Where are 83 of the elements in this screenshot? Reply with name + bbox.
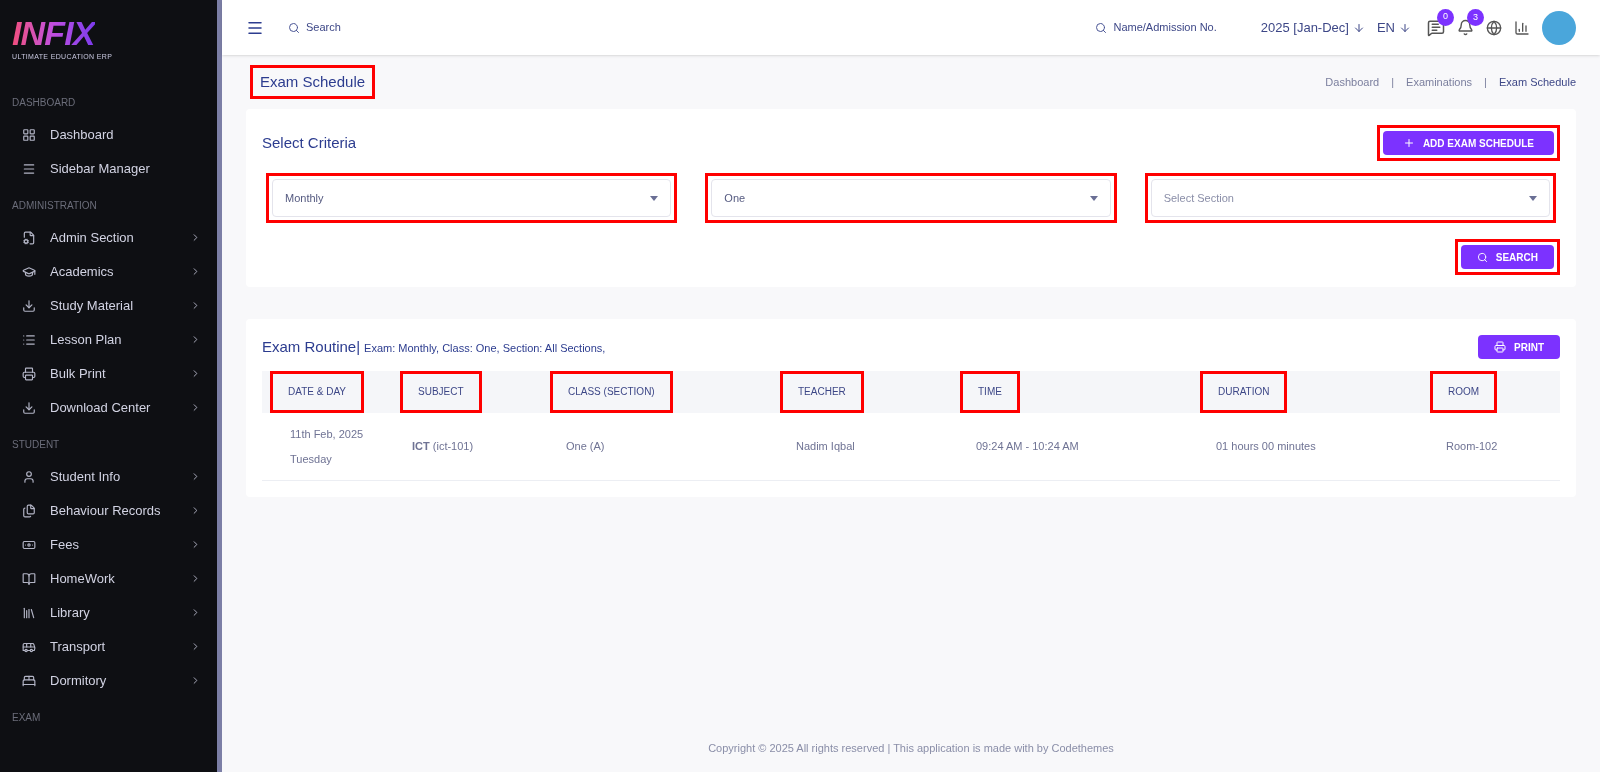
table-cell-text: Tuesday (290, 451, 333, 467)
table-cell: One (A) (566, 440, 605, 453)
graduation-cap-icon (22, 264, 36, 279)
sidebar-section-title: STUDENT (11, 437, 61, 452)
book-icon (22, 571, 36, 586)
column-header: DURATION (1217, 385, 1271, 399)
menu-icon (22, 161, 36, 176)
sidebar-section-title: ADMINISTRATION (11, 198, 98, 213)
sidebar-item[interactable]: Fees (0, 527, 217, 562)
sidebar-item[interactable]: Academics (0, 254, 217, 289)
search-button[interactable]: SEARCH (1460, 245, 1554, 269)
footer-text: Copyright © 2025 All rights reserved | This application is made with by Codethemes (707, 740, 1115, 756)
column-header: TIME (977, 385, 1003, 399)
plus-icon (1402, 137, 1415, 149)
student-search-field[interactable]: Name/Admission No. (1113, 19, 1217, 36)
printer-icon (1494, 341, 1506, 353)
sidebar-item[interactable]: Behaviour Records (0, 493, 217, 528)
language-selector[interactable]: EN (1376, 17, 1395, 38)
column-header: SUBJECT (417, 385, 465, 399)
routine-subtitle: Exam: Monthly, Class: One, Section: All Sections, (364, 340, 606, 356)
printer-icon (22, 366, 36, 381)
session-selector[interactable]: 2025 [Jan-Dec] (1260, 17, 1349, 38)
search-icon (1476, 251, 1488, 263)
caret-icon (1089, 195, 1098, 201)
breadcrumb-link[interactable]: Exam Schedule (1498, 73, 1576, 91)
sidebar-item[interactable]: Transport (0, 629, 217, 664)
files-icon (22, 503, 36, 518)
table-cell: Room-102 (1446, 440, 1498, 453)
column-header: ROOM (1447, 385, 1481, 399)
select-field[interactable]: One (711, 179, 1111, 217)
library-icon (22, 605, 36, 620)
download-icon (22, 400, 36, 415)
sidebar-item[interactable]: Download Center (0, 390, 217, 425)
table-cell: 09:24 AM - 10:24 AM (976, 440, 1079, 453)
search-icon (1095, 21, 1108, 34)
add-exam-schedule-button[interactable]: ADD EXAM SCHEDULE (1382, 131, 1554, 155)
column-header: CLASS (SECTION) (567, 385, 656, 399)
document-gear-icon (22, 230, 36, 245)
caret-icon (650, 195, 659, 201)
notification-badge: 0 (1437, 8, 1454, 26)
table-cell-text: 11th Feb, 2025 (290, 427, 365, 442)
select-field[interactable]: Monthly (272, 179, 672, 217)
notification-badge: 3 (1467, 9, 1484, 26)
bell-icon[interactable] (1457, 19, 1474, 36)
breadcrumb-separator: | (1391, 74, 1395, 90)
bed-icon (22, 673, 36, 688)
page-title: Exam Schedule (259, 72, 367, 92)
caret-icon (1529, 195, 1537, 201)
sidebar-item[interactable]: Student Info (0, 459, 217, 494)
arrow-down-icon (1399, 21, 1411, 34)
globe-icon[interactable] (1486, 19, 1502, 36)
table-cell: ICT (ict-101) (412, 440, 474, 453)
breadcrumb-separator: | (1484, 74, 1487, 90)
sidebar-section-title: EXAM (11, 710, 42, 725)
breadcrumb-link[interactable]: Dashboard (1325, 73, 1380, 91)
sidebar-item[interactable]: HomeWork (0, 561, 217, 596)
search-icon (288, 21, 300, 34)
sidebar-item[interactable]: Dashboard (0, 117, 217, 152)
user-icon (22, 469, 36, 484)
chat-icon[interactable] (1427, 18, 1445, 37)
chart-icon[interactable] (1514, 19, 1530, 36)
sidebar-item[interactable]: Admin Section (0, 220, 217, 255)
sidebar-item[interactable]: Library (0, 595, 217, 630)
section-title: Exam Routine| (262, 336, 361, 357)
avatar[interactable] (1542, 10, 1576, 45)
sidebar-item[interactable]: Dormitory (0, 663, 217, 698)
list-icon (22, 332, 36, 347)
print-button[interactable]: PRINT (1478, 335, 1560, 359)
search-field[interactable]: Search (306, 19, 341, 36)
column-header: DATE & DAY (287, 385, 347, 399)
sidebar-item[interactable]: Sidebar Manager (0, 151, 217, 186)
table-cell: 01 hours 00 minutes (1216, 440, 1316, 453)
sidebar-item[interactable]: Bulk Print (0, 356, 217, 391)
arrow-down-icon (1352, 21, 1365, 34)
breadcrumb-link[interactable]: Examinations (1406, 73, 1473, 91)
grid-icon (22, 127, 36, 142)
download-icon (22, 298, 36, 313)
section-title: Select Criteria (262, 132, 357, 153)
sidebar-section-title: DASHBOARD (11, 95, 77, 110)
column-header: TEACHER (797, 385, 847, 399)
table-cell: Nadim Iqbal (796, 440, 855, 453)
sidebar-item[interactable]: Study Material (0, 288, 217, 323)
sidebar-item[interactable]: Lesson Plan (0, 322, 217, 357)
